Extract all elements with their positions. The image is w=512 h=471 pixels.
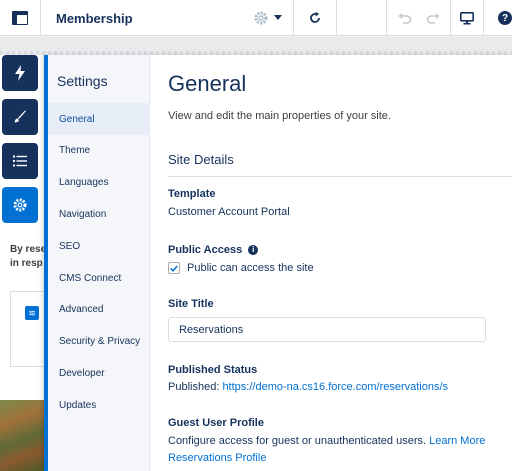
checkbox-box[interactable] bbox=[168, 262, 180, 274]
toolbar-spacer bbox=[337, 0, 387, 36]
info-icon[interactable]: i bbox=[248, 245, 259, 256]
redo-icon[interactable] bbox=[426, 11, 440, 25]
builder-toolbar: Membership ? bbox=[0, 0, 512, 36]
section-title: Site Details bbox=[168, 152, 234, 167]
checkbox-label: Public can access the site bbox=[187, 262, 314, 274]
public-access-checkbox[interactable]: Public can access the site bbox=[168, 262, 314, 274]
published-status-label: Published Status bbox=[168, 364, 258, 376]
settings-nav-updates[interactable]: Updates bbox=[48, 389, 150, 421]
paintbrush-icon bbox=[14, 110, 26, 123]
site-title-input[interactable] bbox=[168, 317, 486, 342]
guest-profile-description: Configure access for guest or unauthenti… bbox=[168, 435, 486, 447]
settings-nav-cms-connect[interactable]: CMS Connect bbox=[48, 262, 150, 294]
site-name: Membership bbox=[56, 10, 133, 26]
learn-more-link[interactable]: Learn More bbox=[429, 435, 485, 447]
desktop-icon bbox=[460, 11, 474, 24]
settings-nav-theme[interactable]: Theme bbox=[48, 135, 150, 167]
published-url-link[interactable]: https://demo-na.cs16.force.com/reservati… bbox=[222, 381, 448, 393]
guest-profile-link[interactable]: Reservations Profile bbox=[168, 452, 266, 464]
published-status-value: Published: https://demo-na.cs16.force.co… bbox=[168, 381, 449, 393]
guest-profile-label: Guest User Profile bbox=[168, 417, 264, 429]
device-preview-button[interactable] bbox=[451, 0, 484, 36]
rail-theme-button[interactable] bbox=[2, 99, 38, 135]
page-title: General bbox=[168, 71, 247, 96]
app-launcher-button[interactable] bbox=[0, 0, 41, 36]
layout-panel-icon bbox=[12, 11, 28, 25]
settings-nav: Settings General Theme Languages Navigation… bbox=[48, 55, 150, 471]
settings-title: Settings bbox=[57, 73, 108, 89]
site-title-label: Site Title bbox=[168, 298, 214, 310]
preview-image bbox=[0, 400, 45, 471]
settings-nav-navigation[interactable]: Navigation bbox=[48, 198, 150, 230]
rail-pages-button[interactable] bbox=[2, 143, 38, 179]
checkmark-icon bbox=[170, 265, 178, 272]
chevron-down-icon bbox=[274, 15, 282, 20]
gear-icon bbox=[13, 198, 27, 212]
public-access-label: Public Access i bbox=[168, 244, 259, 256]
help-button[interactable]: ? bbox=[484, 0, 512, 36]
canvas-header bbox=[0, 37, 512, 55]
site-settings-dropdown[interactable] bbox=[254, 8, 284, 28]
refresh-button[interactable] bbox=[294, 0, 337, 36]
settings-nav-developer[interactable]: Developer bbox=[48, 357, 150, 389]
refresh-icon bbox=[310, 11, 320, 23]
help-icon: ? bbox=[498, 11, 512, 25]
gear-icon bbox=[254, 11, 268, 25]
rail-settings-button[interactable] bbox=[2, 187, 38, 223]
settings-nav-seo[interactable]: SEO bbox=[48, 230, 150, 262]
list-icon bbox=[13, 155, 27, 167]
undo-redo-group bbox=[387, 0, 451, 36]
template-label: Template bbox=[168, 188, 216, 200]
template-value: Customer Account Portal bbox=[168, 206, 290, 218]
guest-profile-link-row: Reservations Profile bbox=[168, 452, 266, 464]
rail-components-button[interactable] bbox=[2, 55, 38, 91]
section-divider bbox=[168, 176, 512, 177]
general-settings: General View and edit the main propertie… bbox=[150, 55, 512, 471]
page-description: View and edit the main properties of you… bbox=[168, 110, 391, 122]
lightning-icon bbox=[15, 65, 25, 81]
settings-nav-general[interactable]: General bbox=[48, 103, 150, 135]
settings-nav-security-privacy[interactable]: Security & Privacy bbox=[48, 326, 150, 358]
settings-nav-languages[interactable]: Languages bbox=[48, 167, 150, 199]
settings-nav-advanced[interactable]: Advanced bbox=[48, 294, 150, 326]
settings-panel: Settings General Theme Languages Navigation… bbox=[44, 55, 512, 471]
undo-icon[interactable] bbox=[398, 11, 412, 25]
component-icon: ≋ bbox=[25, 306, 39, 320]
